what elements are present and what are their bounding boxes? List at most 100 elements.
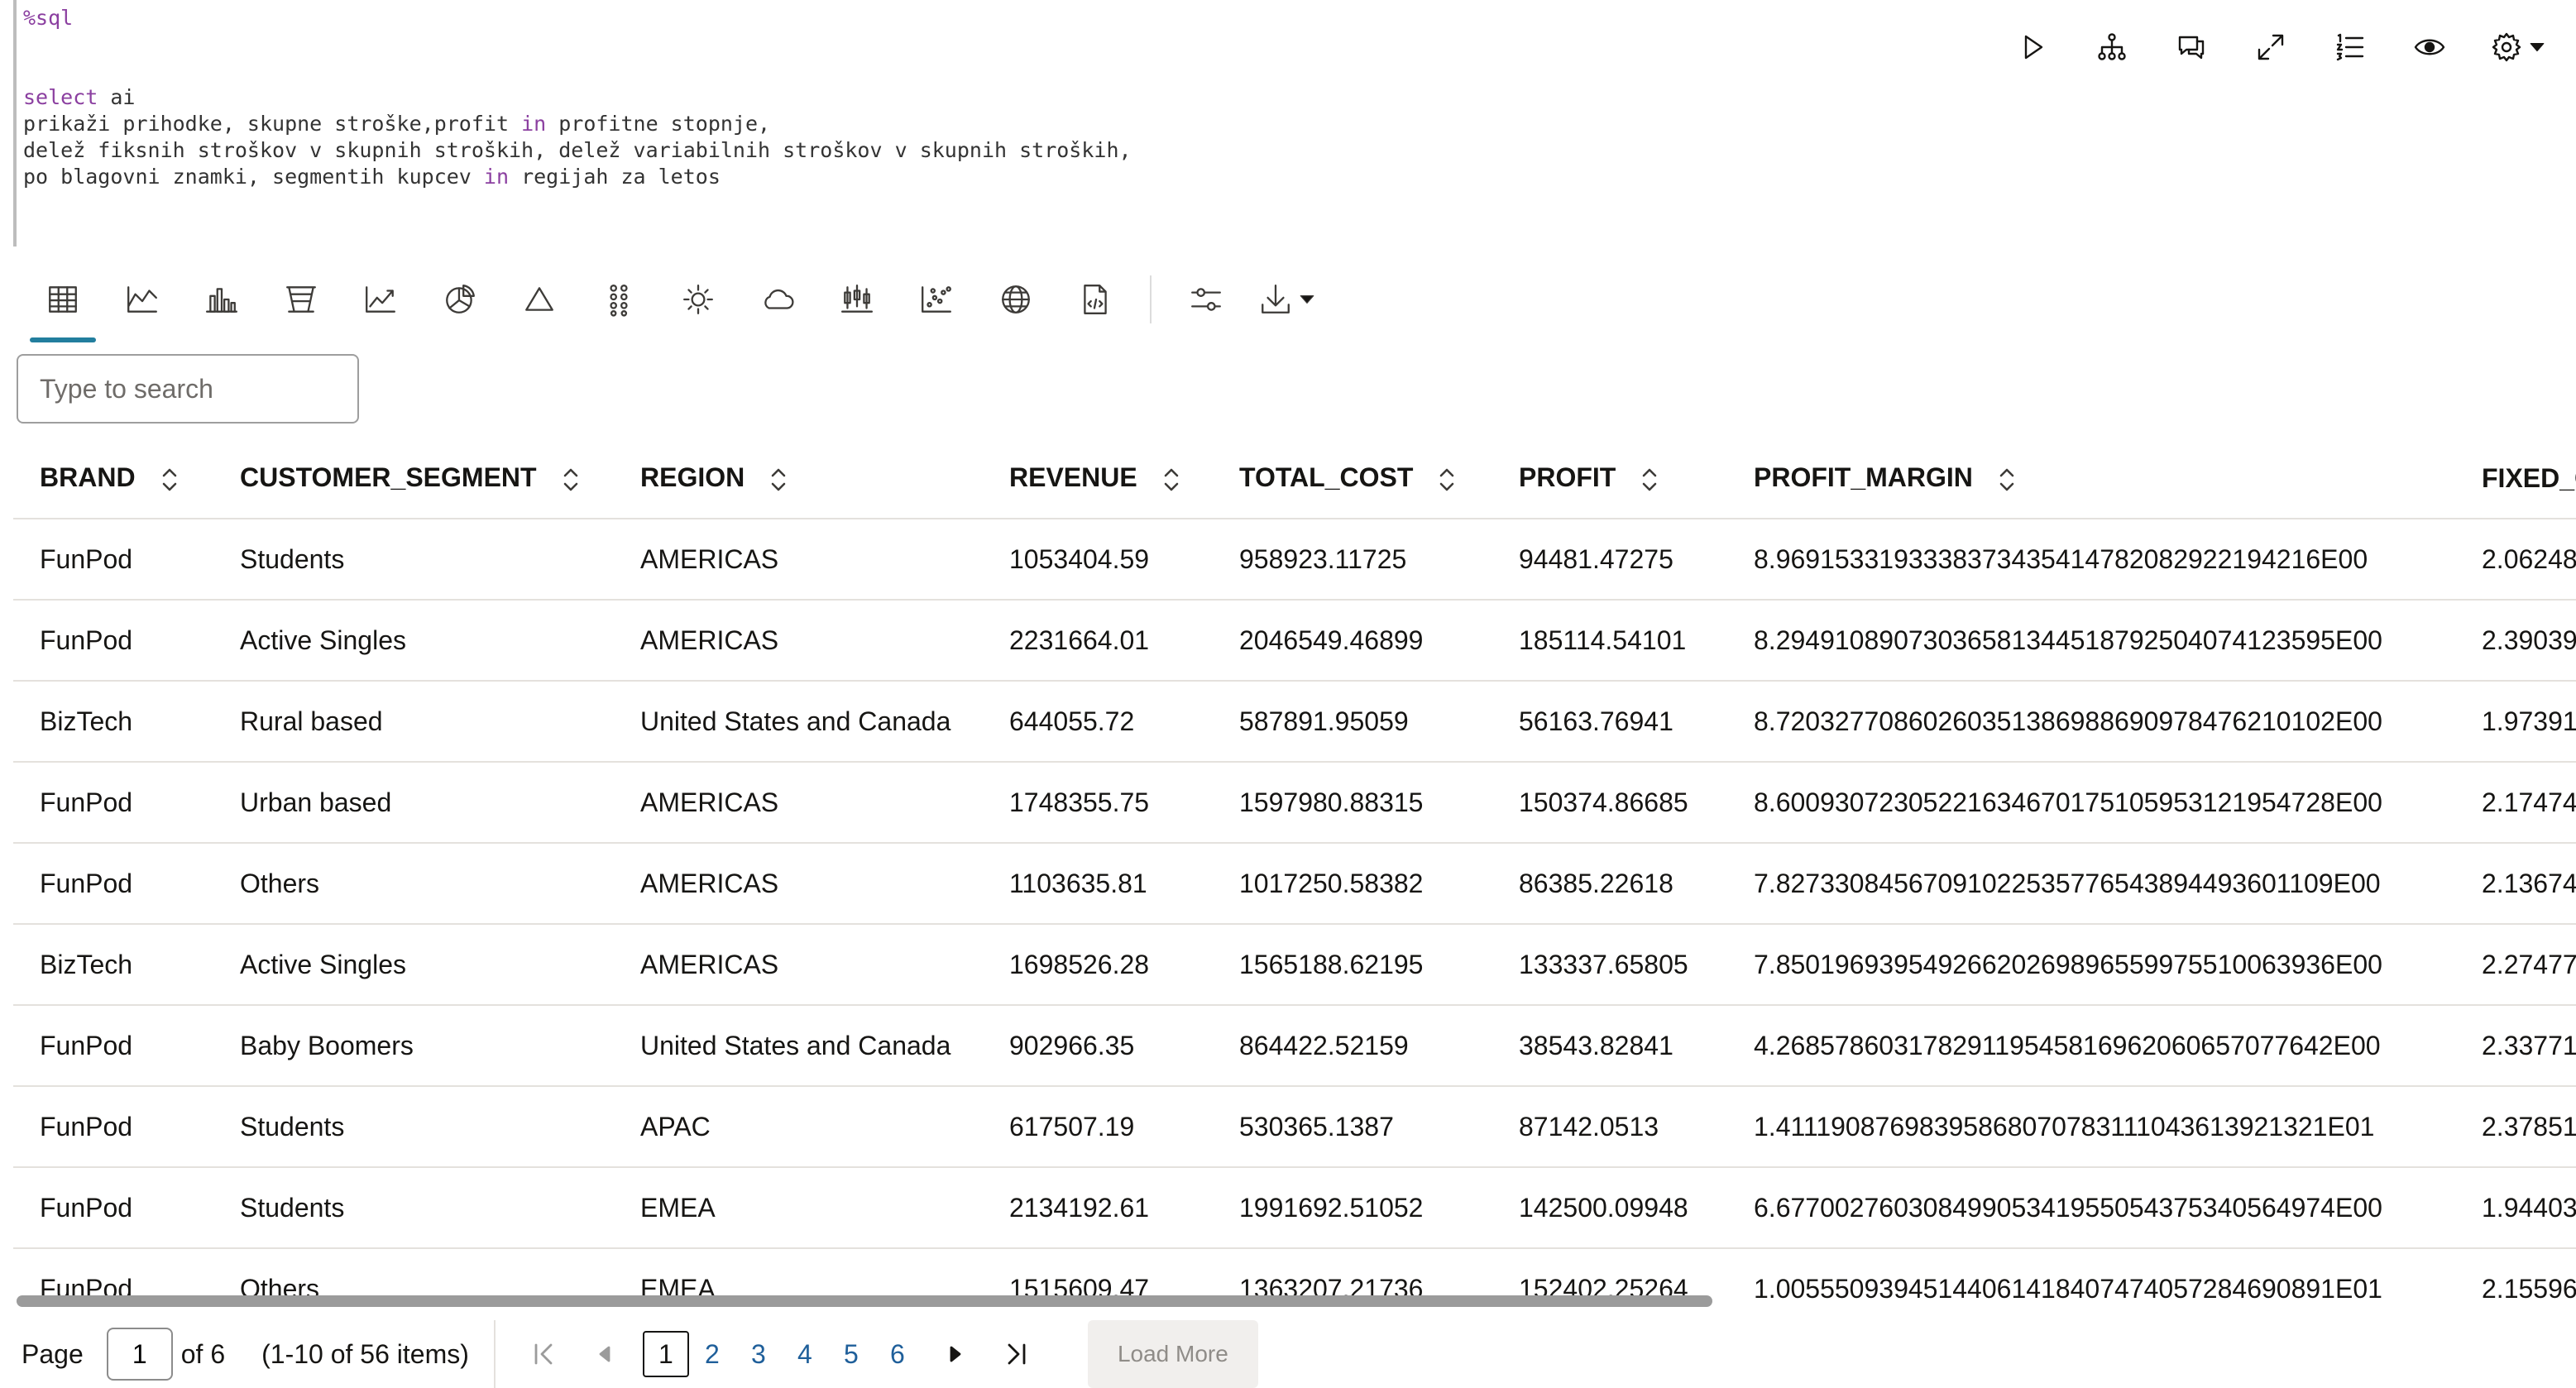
code-text: prikaži prihodke, skupne stroške,profit — [23, 112, 522, 136]
table-cell: Baby Boomers — [213, 1005, 614, 1087]
table-cell: 1597980.88315 — [1213, 762, 1492, 844]
sunburst-button[interactable] — [658, 273, 738, 326]
first-page-icon — [534, 1343, 553, 1365]
column-header[interactable]: PROFIT_MARGIN — [1727, 438, 2455, 519]
page-link-3[interactable]: 3 — [735, 1331, 782, 1377]
column-header[interactable]: REVENUE — [983, 438, 1213, 519]
html-view-button[interactable] — [1056, 273, 1135, 326]
hierarchy-icon — [2098, 33, 2126, 60]
table-cell: FunPod — [13, 519, 213, 601]
items-range-label: (1-10 of 56 items) — [261, 1338, 469, 1369]
page-number-input[interactable] — [106, 1328, 173, 1381]
horizontal-scrollbar[interactable] — [17, 1295, 2576, 1307]
page-link-2[interactable]: 2 — [689, 1331, 735, 1377]
scatter-plot-button[interactable] — [897, 273, 976, 326]
table-row[interactable]: FunPod Urban based AMERICAS 1748355.75 15979… — [13, 762, 2576, 844]
funnel-chart-button[interactable] — [261, 273, 341, 326]
table-row[interactable]: FunPod Students APAC 617507.19 530365.1387 87… — [13, 1086, 2576, 1168]
box-plot-button[interactable] — [817, 273, 897, 326]
sort-icon[interactable] — [1640, 466, 1659, 494]
table-row[interactable]: FunPod Others AMERICAS 1103635.81 1017250.58… — [13, 843, 2576, 925]
last-page-icon — [1008, 1343, 1026, 1365]
table-cell: Others — [213, 843, 614, 925]
editor-line: select ai — [23, 84, 1132, 111]
column-header[interactable]: CUSTOMER_SEGMENT — [213, 438, 614, 519]
pie-chart-button[interactable] — [420, 273, 500, 326]
download-menu-button[interactable] — [1246, 273, 1329, 326]
sort-icon[interactable] — [160, 466, 179, 494]
page-link-4[interactable]: 4 — [782, 1331, 828, 1377]
table-row[interactable]: BizTech Rural based United States and Cana… — [13, 681, 2576, 763]
table-cell: Students — [213, 1167, 614, 1249]
notebook-paragraph: %sql select ai prikaži prihodke, skupne st… — [0, 0, 2576, 1388]
dependencies-button[interactable] — [2088, 23, 2136, 71]
table-cell: APAC — [614, 1086, 983, 1168]
visibility-button[interactable] — [2406, 23, 2454, 71]
table-cell: Active Singles — [213, 924, 614, 1006]
sort-icon[interactable] — [1438, 466, 1456, 494]
line-numbers-button[interactable] — [2326, 23, 2374, 71]
bar-chart-button[interactable] — [182, 273, 261, 326]
table-cell: FunPod — [13, 1167, 213, 1249]
table-row[interactable]: FunPod Students EMEA 2134192.61 1991692.5105… — [13, 1167, 2576, 1249]
table-cell: 1103635.81 — [983, 843, 1213, 925]
previous-page-button[interactable] — [582, 1331, 628, 1377]
results-table-container[interactable]: BRAND CUSTOMER_SEGMENT REGION REVENUE TOTAL_… — [13, 438, 2576, 1307]
table-row[interactable]: FunPod Active Singles AMERICAS 2231664.01 20… — [13, 600, 2576, 682]
sort-icon[interactable] — [769, 466, 788, 494]
column-header[interactable]: FIXED_C — [2455, 438, 2576, 519]
comments-button[interactable] — [2167, 23, 2215, 71]
load-more-button[interactable]: Load More — [1087, 1320, 1258, 1388]
settings-menu-button[interactable] — [2485, 23, 2551, 71]
sort-icon[interactable] — [562, 466, 580, 494]
code-keyword: select — [23, 85, 98, 109]
page-link-1[interactable]: 1 — [642, 1331, 689, 1377]
caret-left-icon — [599, 1346, 610, 1362]
run-button[interactable] — [2009, 23, 2056, 71]
pyramid-chart-button[interactable] — [500, 273, 579, 326]
table-cell: 530365.1387 — [1213, 1086, 1492, 1168]
dot-matrix-button[interactable] — [579, 273, 658, 326]
sort-icon[interactable] — [1162, 466, 1180, 494]
page-link-6[interactable]: 6 — [874, 1331, 921, 1377]
table-cell: 1.973917 — [2455, 681, 2576, 763]
expand-icon — [2258, 34, 2284, 60]
column-header[interactable]: REGION — [614, 438, 983, 519]
table-row[interactable]: FunPod Students AMERICAS 1053404.59 958923.1… — [13, 519, 2576, 601]
scrollbar-thumb[interactable] — [17, 1295, 1712, 1307]
table-cell: FunPod — [13, 843, 213, 925]
table-cell: 2.39039 — [2455, 600, 2576, 682]
column-header[interactable]: PROFIT — [1492, 438, 1727, 519]
settings-sliders-icon — [1191, 288, 1221, 311]
table-search-input[interactable] — [17, 354, 359, 424]
table-cell: Rural based — [213, 681, 614, 763]
table-cell: 902966.35 — [983, 1005, 1213, 1087]
column-header[interactable]: BRAND — [13, 438, 213, 519]
sql-editor[interactable]: %sql select ai prikaži prihodke, skupne st… — [23, 5, 1132, 190]
first-page-button[interactable] — [520, 1331, 567, 1377]
table-cell: 56163.76941 — [1492, 681, 1727, 763]
editor-line: delež fiksnih stroškov v skupnih stroški… — [23, 137, 1132, 164]
page-number-list: 123456 — [642, 1331, 921, 1377]
table-row[interactable]: BizTech Active Singles AMERICAS 1698526.28 1… — [13, 924, 2576, 1006]
expand-button[interactable] — [2247, 23, 2295, 71]
column-header-label: REGION — [640, 462, 745, 493]
line-chart-button[interactable] — [341, 273, 420, 326]
table-row[interactable]: FunPod Baby Boomers United States and Cana… — [13, 1005, 2576, 1087]
word-cloud-button[interactable] — [738, 273, 817, 326]
sort-icon[interactable] — [1998, 466, 2016, 494]
code-keyword: in — [483, 165, 510, 189]
download-icon — [1262, 285, 1290, 313]
page-link-5[interactable]: 5 — [828, 1331, 874, 1377]
table-view-button[interactable] — [23, 273, 103, 342]
eye-icon — [2414, 39, 2445, 55]
next-page-button[interactable] — [932, 1331, 979, 1377]
map-button[interactable] — [976, 273, 1056, 326]
chart-settings-button[interactable] — [1166, 273, 1246, 326]
table-cell: 1017250.58382 — [1213, 843, 1492, 925]
column-header[interactable]: TOTAL_COST — [1213, 438, 1492, 519]
table-cell: 1698526.28 — [983, 924, 1213, 1006]
code-text: %sql — [23, 6, 74, 30]
area-chart-button[interactable] — [103, 273, 182, 326]
last-page-button[interactable] — [994, 1331, 1040, 1377]
